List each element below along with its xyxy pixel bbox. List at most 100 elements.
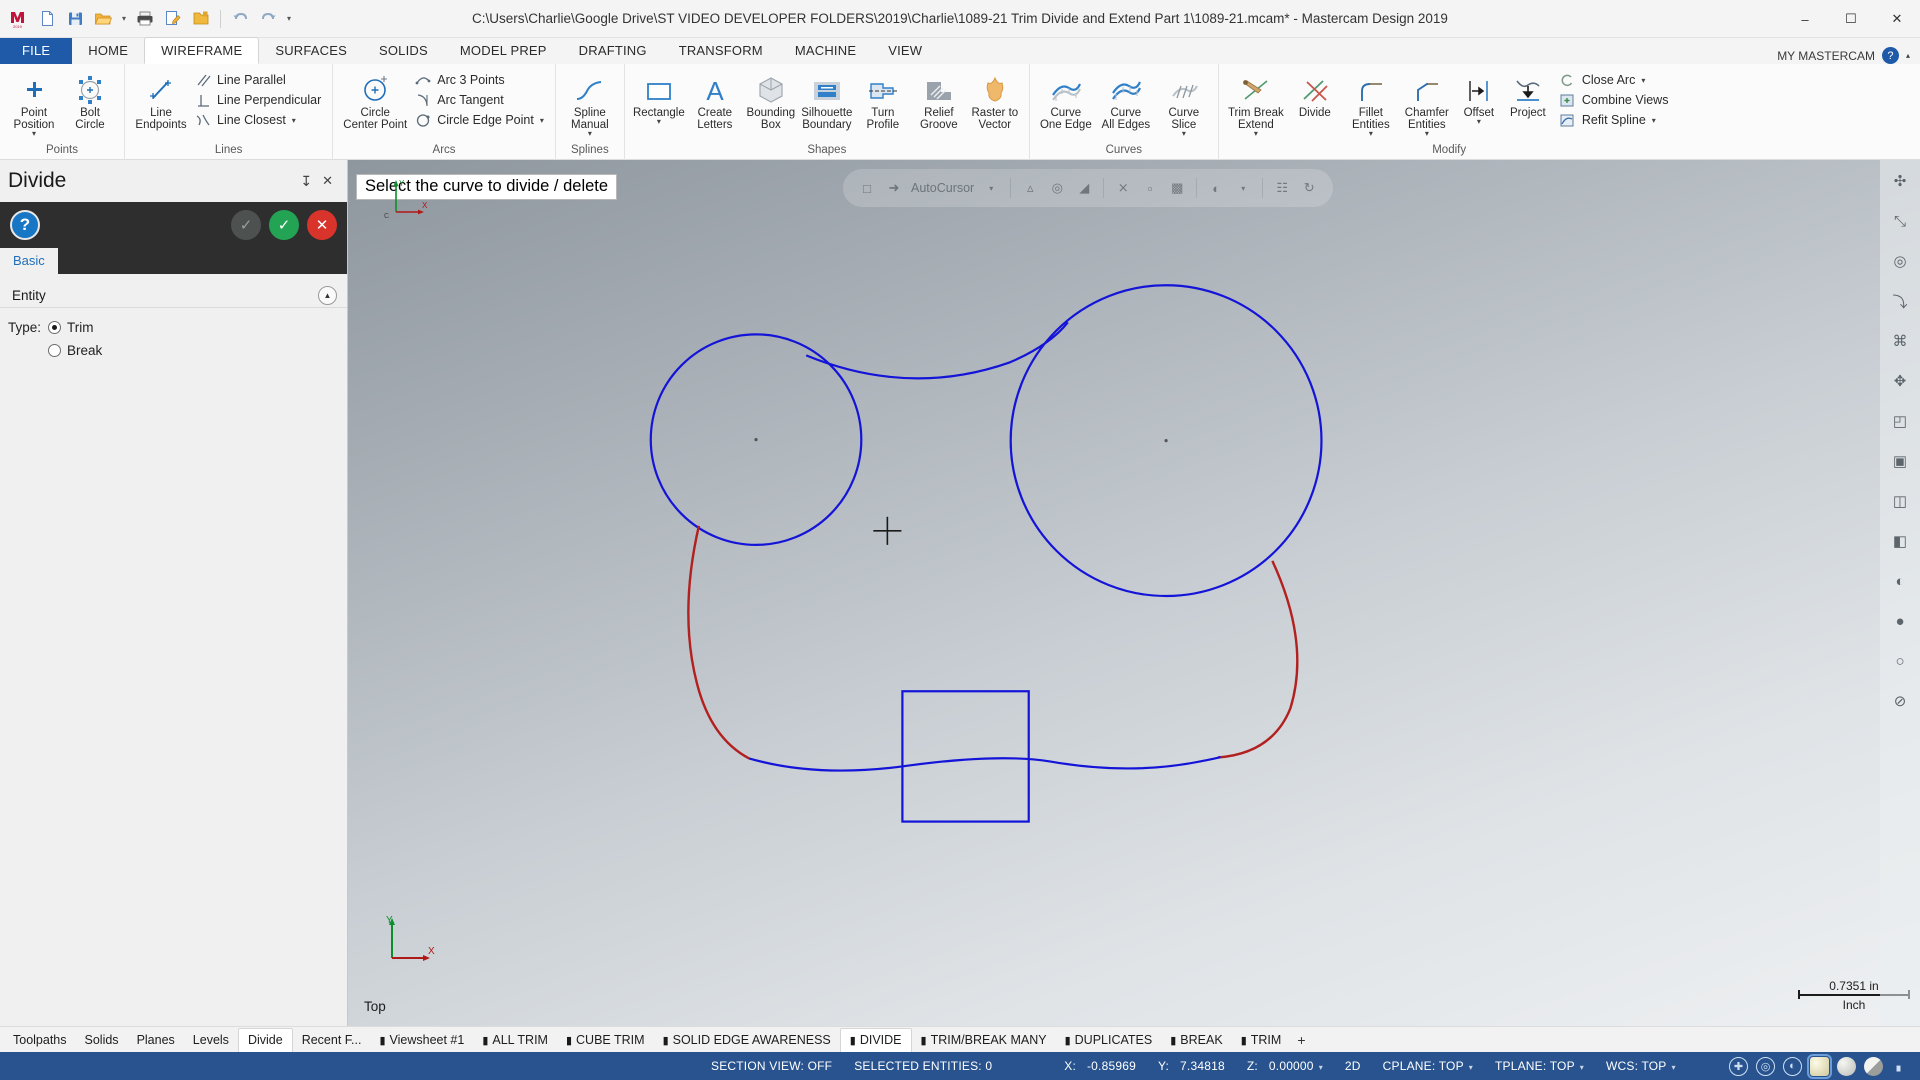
status-cplane[interactable]: CPLANE: TOP [1372,1059,1484,1073]
ok-button[interactable]: ✓ [269,210,299,240]
relief-groove-button[interactable]: Relief Groove [911,69,967,131]
spline-manual-caret[interactable]: ▾ [588,130,592,138]
viewsheet-tab-trim-break-many[interactable]: ▮ TRIM/BREAK MANY [912,1027,1056,1053]
minimize-button[interactable]: – [1782,0,1828,38]
ribbon-tab-home[interactable]: HOME [72,38,144,64]
reapply-button[interactable]: ✓ [231,210,261,240]
panel-help-button[interactable]: ? [10,210,40,240]
raster-to-vector-button[interactable]: Raster to Vector [967,69,1023,131]
open-folder-icon[interactable] [90,6,116,32]
line-endpoints-button[interactable]: Line Endpoints [131,69,191,131]
cancel-button[interactable]: ✕ [307,210,337,240]
print-icon[interactable] [132,6,158,32]
viewsheet-tab-duplicates[interactable]: ▮ DUPLICATES [1056,1027,1162,1053]
ribbon-collapse-caret[interactable]: ▴ [1906,51,1910,60]
circle-center-point-button[interactable]: Circle Center Point [339,69,411,131]
trim-break-extend-caret[interactable]: ▾ [1254,130,1258,138]
line-closest-caret[interactable]: ▾ [292,116,296,125]
create-letters-button[interactable]: A Create Letters [687,69,743,131]
print-preview-icon[interactable] [160,6,186,32]
bolt-circle-button[interactable]: Bolt Circle [62,69,118,131]
spline-manual-button[interactable]: Spline Manual ▾ [562,69,618,138]
maximize-button[interactable]: ☐ [1828,0,1874,38]
curve-one-edge-button[interactable]: Curve One Edge [1036,69,1096,131]
combine-views-button[interactable]: Combine Views [1556,90,1674,110]
status-dimension-mode[interactable]: 2D [1334,1059,1372,1073]
shaded-globe-icon[interactable]: ◐ [1783,1056,1802,1076]
arc-3-points-button[interactable]: Arc 3 Points [411,70,549,90]
rectangle-caret[interactable]: ▾ [657,118,661,126]
tab-basic[interactable]: Basic [0,248,58,274]
bottom-tab-toolpaths[interactable]: Toolpaths [4,1027,76,1053]
status-tplane[interactable]: TPLANE: TOP [1484,1059,1595,1073]
shaded-icon[interactable]: ● [1885,606,1915,636]
bottom-tab-recent-functions[interactable]: Recent F... [293,1027,371,1053]
ribbon-tab-transform[interactable]: TRANSFORM [663,38,779,64]
circle-edge-point-button[interactable]: Circle Edge Point ▾ [411,110,549,130]
my-mastercam-link[interactable]: MY MASTERCAM [1777,49,1875,63]
hidden-lines-globe-icon[interactable]: ◎ [1756,1056,1775,1076]
dynamic-rotate-icon[interactable]: ⌘ [1885,326,1915,356]
trim-break-extend-button[interactable]: Trim Break Extend ▾ [1225,69,1287,138]
circle-edge-point-caret[interactable]: ▾ [540,116,544,125]
project-button[interactable]: Project [1503,69,1553,119]
wireframe-shading-icon[interactable]: ◐ [1885,566,1915,596]
save-icon[interactable] [62,6,88,32]
isometric-view-icon[interactable]: ◰ [1885,406,1915,436]
viewsheet-tab-cube-trim[interactable]: ▮ CUBE TRIM [557,1027,654,1053]
qat-overflow-caret[interactable]: ▾ [283,6,295,32]
fillet-entities-caret[interactable]: ▾ [1369,130,1373,138]
close-arc-button[interactable]: Close Arc ▾ [1556,70,1674,90]
offset-button[interactable]: Offset ▾ [1455,69,1503,126]
resize-grip-icon[interactable]: ▖ [1891,1057,1910,1076]
curve-slice-caret[interactable]: ▾ [1182,130,1186,138]
pin-icon[interactable]: ↧ [300,173,312,190]
right-highlighted-arc[interactable] [1218,560,1299,759]
graphics-viewport[interactable]: Select the curve to divide / delete Y X … [348,160,1920,1026]
fit-icon[interactable]: ✣ [1885,166,1915,196]
bottom-tab-divide[interactable]: Divide [237,1027,293,1052]
fillet-entities-button[interactable]: Fillet Entities ▾ [1343,69,1399,138]
divide-button[interactable]: Divide [1287,69,1343,119]
viewsheet-tab-viewsheet-1[interactable]: ▮ Viewsheet #1 [370,1027,473,1053]
ribbon-tab-surfaces[interactable]: SURFACES [259,38,363,64]
refit-spline-caret[interactable]: ▾ [1652,116,1656,125]
chamfer-entities-caret[interactable]: ▾ [1425,130,1429,138]
left-highlighted-arc[interactable] [687,525,750,760]
ribbon-tab-machine[interactable]: MACHINE [779,38,872,64]
unzoom-icon[interactable]: ⤵ [1885,286,1915,316]
close-arc-caret[interactable]: ▾ [1641,76,1645,85]
curve-slice-button[interactable]: Curve Slice ▾ [1156,69,1212,138]
right-view-icon[interactable]: ◧ [1885,526,1915,556]
front-view-icon[interactable]: ◫ [1885,486,1915,516]
material-sphere-icon[interactable] [1837,1056,1856,1076]
zoom-target-icon[interactable]: ◎ [1885,246,1915,276]
bottom-spline-entity[interactable] [748,756,1221,772]
mastercam-logo-icon[interactable]: 2019 [6,6,32,32]
add-viewsheet-button[interactable]: + [1290,1032,1312,1048]
offset-caret[interactable]: ▾ [1477,118,1481,126]
silhouette-boundary-button[interactable]: Silhouette Boundary [799,69,855,131]
status-wcs[interactable]: WCS: TOP [1595,1059,1687,1073]
point-position-caret[interactable]: ▾ [32,130,36,138]
undo-icon[interactable] [227,6,253,32]
entity-section-header[interactable]: Entity ▲ [0,284,347,308]
ribbon-tab-view[interactable]: VIEW [872,38,938,64]
ribbon-tab-drafting[interactable]: DRAFTING [563,38,663,64]
line-closest-button[interactable]: Line Closest ▾ [191,110,326,130]
bottom-tab-planes[interactable]: Planes [128,1027,184,1053]
chevron-up-icon[interactable]: ▲ [318,286,337,305]
chamfer-entities-button[interactable]: Chamfer Entities ▾ [1399,69,1455,138]
open-dropdown-caret[interactable]: ▾ [118,6,130,32]
pan-icon[interactable]: ✥ [1885,366,1915,396]
line-parallel-button[interactable]: Line Parallel [191,70,326,90]
viewsheet-tab-solid-edge-awareness[interactable]: ▮ SOLID EDGE AWARENESS [654,1027,840,1053]
ribbon-tab-wireframe[interactable]: WIREFRAME [144,37,260,64]
viewsheet-tab-break[interactable]: ▮ BREAK [1161,1027,1231,1053]
rectangle-entity[interactable] [901,690,1030,823]
viewsheet-tab-trim[interactable]: ▮ TRIM [1232,1027,1291,1053]
close-button[interactable]: ✕ [1874,0,1920,38]
status-section-view[interactable]: SECTION VIEW: OFF [700,1059,843,1073]
ribbon-tab-model-prep[interactable]: MODEL PREP [444,38,563,64]
radio-trim[interactable] [48,321,61,334]
